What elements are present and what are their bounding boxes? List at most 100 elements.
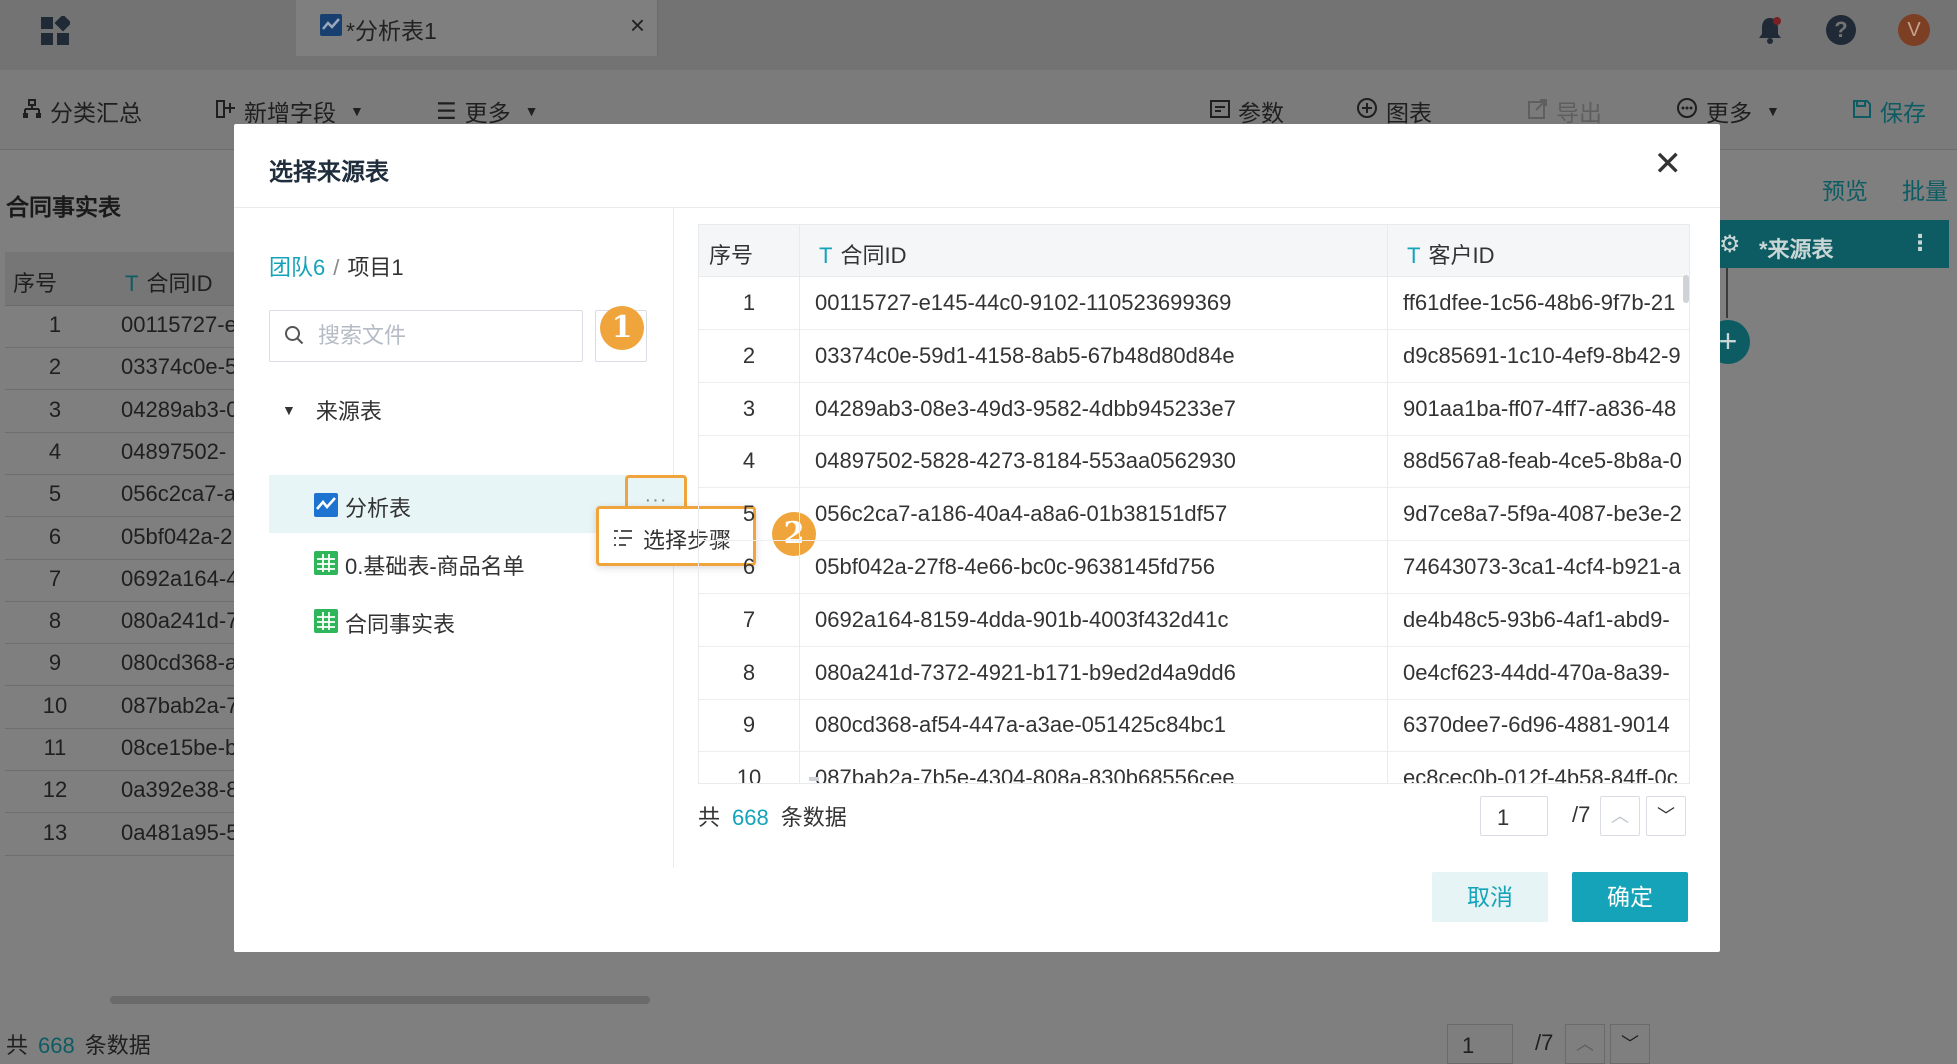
preview-pane: 序号 T 合同ID T 客户ID 1 00115727-e145-44c0-9102-…: [698, 224, 1690, 784]
select-source-dialog: 选择来源表 ✕ 团队6/项目1 ▼ 来源表 分析表 ··· 0.基础表-商品名单: [234, 124, 1720, 952]
breadcrumb-team[interactable]: 团队6: [269, 255, 325, 280]
tree-item-contract-fact[interactable]: 合同事实表: [269, 591, 653, 649]
save-icon: [1852, 98, 1872, 125]
cell-customer-id: d9c85691-1c10-4ef9-8b42-9: [1403, 342, 1681, 368]
notification-bell-icon[interactable]: [1757, 16, 1783, 50]
more-right-button[interactable]: 更多 ▼: [1676, 94, 1780, 128]
search-input[interactable]: [318, 321, 568, 351]
bg-cell-index: 1: [48, 312, 62, 337]
bg-cell-contract-id: 080a241d-7: [121, 608, 239, 634]
avatar[interactable]: V: [1898, 14, 1930, 46]
cell-contract-id: 056c2ca7-a186-40a4-a8a6-01b38151df57: [815, 501, 1228, 527]
tree-root-source[interactable]: ▼ 来源表: [282, 394, 382, 426]
preview-link[interactable]: 预览: [1822, 172, 1868, 206]
flow-node-source[interactable]: ⚙ *来源表 ⋮: [1697, 220, 1949, 268]
group-summary-button[interactable]: 分类汇总: [22, 94, 142, 128]
cell-index: 5: [742, 501, 756, 527]
save-button[interactable]: 保存: [1852, 94, 1926, 128]
cell-index: 1: [742, 290, 756, 315]
spreadsheet-icon: [314, 609, 338, 633]
cell-index: 10: [736, 765, 762, 784]
table-row[interactable]: 3 04289ab3-08e3-49d3-9582-4dbb945233e7 901…: [699, 383, 1689, 436]
tab-analysis[interactable]: *分析表1 ×: [296, 0, 658, 56]
bg-page-total: /7: [1535, 1030, 1554, 1055]
page-input[interactable]: 1: [1480, 796, 1548, 836]
bg-cell-contract-id: 08ce15be-b: [121, 735, 238, 760]
search-icon: [285, 326, 304, 345]
table-row[interactable]: 7 0692a164-8159-4dda-901b-4003f432d41c de4…: [699, 594, 1689, 647]
bg-cell-index: 10: [42, 692, 68, 718]
chart-button[interactable]: 图表: [1356, 94, 1432, 128]
bg-cell-contract-id: 0692a164-4: [121, 565, 239, 591]
bg-page-down-button[interactable]: ﹀: [1610, 1024, 1650, 1064]
more-right-label: 更多: [1706, 100, 1752, 126]
table-row[interactable]: 9 080cd368-af54-447a-a3ae-051425c84bc1 637…: [699, 699, 1689, 753]
page-up-button[interactable]: ︿: [1600, 796, 1640, 836]
table-row[interactable]: 5 056c2ca7-a186-40a4-a8a6-01b38151df57 9d7…: [699, 488, 1689, 542]
flow-node-label: *来源表: [1759, 237, 1834, 262]
bg-cell-index: 5: [48, 481, 62, 507]
tree-item-label: 分析表: [345, 496, 412, 521]
vertical-scrollbar[interactable]: [1683, 275, 1689, 303]
horizontal-scrollbar[interactable]: [809, 777, 819, 781]
add-field-label: 新增字段: [244, 100, 336, 126]
ellipsis-circle-icon: [1676, 97, 1698, 125]
gear-icon: ⚙: [1719, 231, 1741, 258]
cell-index: 4: [742, 448, 756, 474]
cell-contract-id: 05bf042a-27f8-4e66-bc0c-9638145fd756: [815, 554, 1215, 579]
bg-cell-index: 8: [48, 608, 62, 634]
tab-close-icon[interactable]: ×: [630, 10, 645, 41]
cell-index: 9: [742, 712, 756, 738]
caret-down-icon: ▼: [350, 103, 364, 119]
tree-root-label: 来源表: [315, 399, 382, 424]
table-row[interactable]: 10 087bab2a-7b5e-4304-808a-830b68556cee ec…: [699, 752, 1689, 784]
col-customer-id-header: T 客户ID: [1407, 243, 1495, 268]
tree-item-label: 0.基础表-商品名单: [345, 554, 525, 579]
tab-title: *分析表1: [346, 18, 437, 44]
cell-contract-id: 0692a164-8159-4dda-901b-4003f432d41c: [815, 606, 1229, 632]
bg-cell-index: 13: [42, 819, 68, 845]
batch-link[interactable]: 批量: [1902, 172, 1948, 206]
bg-horizontal-scrollbar[interactable]: [110, 996, 650, 1004]
params-button[interactable]: 参数: [1210, 94, 1284, 128]
cell-contract-id: 03374c0e-59d1-4158-8ab5-67b48d80d84e: [815, 342, 1235, 368]
help-icon[interactable]: ?: [1826, 15, 1856, 45]
cell-contract-id: 04289ab3-08e3-49d3-9582-4dbb945233e7: [815, 395, 1236, 421]
preview-table: 序号 T 合同ID T 客户ID 1 00115727-e145-44c0-9102-…: [698, 224, 1690, 784]
close-icon[interactable]: ✕: [1654, 144, 1683, 184]
bg-cell-index: 2: [48, 354, 62, 380]
export-button[interactable]: 导出: [1528, 94, 1602, 128]
vertical-dots-icon[interactable]: ⋮: [1909, 230, 1931, 256]
page-down-button[interactable]: ﹀: [1646, 796, 1686, 836]
table-row[interactable]: 1 00115727-e145-44c0-9102-110523699369 ff6…: [699, 277, 1689, 330]
tree-item-label: 合同事实表: [345, 612, 456, 637]
add-field-button[interactable]: 新增字段 ▼: [216, 94, 364, 128]
dialog-header: 选择来源表 ✕: [234, 124, 1720, 208]
bg-page-input[interactable]: 1: [1447, 1024, 1513, 1064]
text-type-icon: T: [1407, 243, 1421, 268]
bg-cell-contract-id: 04897502-: [121, 438, 227, 464]
cancel-button[interactable]: 取消: [1432, 872, 1548, 922]
cell-customer-id: 6370dee7-6d96-4881-9014: [1403, 712, 1670, 738]
cell-customer-id: 9d7ce8a7-5f9a-4087-be3e-2: [1403, 501, 1682, 527]
cell-customer-id: de4b48c5-93b6-4af1-abd9-: [1403, 606, 1670, 632]
more-left-button[interactable]: ☰ 更多 ▼: [436, 94, 538, 128]
table-row[interactable]: 6 05bf042a-27f8-4e66-bc0c-9638145fd756 746…: [699, 541, 1689, 594]
bg-page-up-button[interactable]: ︿: [1565, 1024, 1605, 1064]
analysis-chart-icon: [320, 14, 342, 42]
chart-label: 图表: [1386, 100, 1432, 126]
page-total: /7: [1572, 802, 1591, 827]
bg-cell-index: 7: [48, 565, 62, 591]
bg-footer: 共 668 条数据: [6, 1033, 151, 1058]
bg-cell-contract-id: 0a392e38-8: [121, 777, 239, 803]
table-row[interactable]: 2 03374c0e-59d1-4158-8ab5-67b48d80d84e d9c…: [699, 330, 1689, 383]
add-circle-icon: [1356, 97, 1378, 125]
params-icon: [1210, 98, 1230, 125]
confirm-button[interactable]: 确定: [1572, 872, 1688, 922]
table-row[interactable]: 4 04897502-5828-4273-8184-553aa0562930 88d…: [699, 435, 1689, 489]
table-row[interactable]: 8 080a241d-7372-4921-b171-b9ed2d4a9dd6 0e4…: [699, 647, 1689, 700]
top-bar: *分析表1 × ? V: [0, 0, 1957, 70]
cell-contract-id: 080a241d-7372-4921-b171-b9ed2d4a9dd6: [815, 659, 1236, 685]
apps-grid-icon[interactable]: [40, 14, 72, 52]
cell-index: 6: [742, 554, 756, 579]
